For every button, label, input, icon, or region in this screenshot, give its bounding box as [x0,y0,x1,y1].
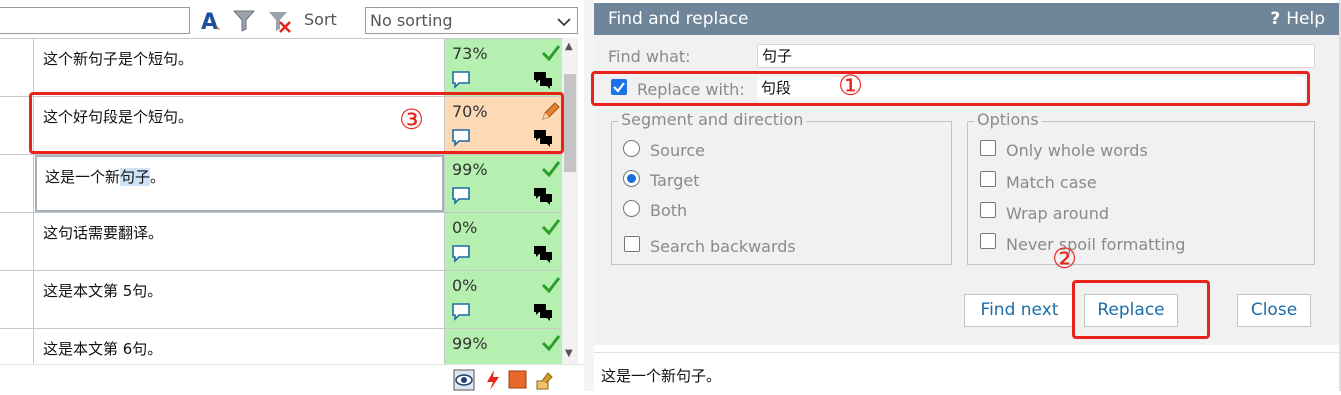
match-percent: 99% [452,160,488,179]
clear-filter-icon[interactable] [265,7,293,35]
dialog-title-bar: Find and replace ? Help [594,3,1340,35]
check-icon [541,43,561,67]
segment-status-cell: 73% [444,39,562,96]
options-title: Options [974,110,1042,129]
lightning-icon[interactable] [483,369,503,395]
annotation-marker-1: ① [838,69,864,102]
segment-target-text[interactable]: 这是一个新句子。 [35,155,444,212]
check-icon [541,333,561,357]
color-square-icon[interactable] [508,369,528,395]
match-case-checkbox[interactable] [980,171,996,187]
row-number-cell [0,39,34,96]
sort-label: Sort [304,10,337,29]
whole-words-label: Only whole words [1006,141,1148,160]
find-next-button[interactable]: Find next [964,294,1075,327]
messages-icon[interactable] [533,186,553,210]
help-label: Help [1286,9,1325,29]
comment-icon[interactable] [451,186,471,210]
wrap-around-label: Wrap around [1006,204,1109,223]
annotation-marker-2: ② [1052,242,1078,275]
search-backwards-label: Search backwards [650,237,796,256]
eye-icon[interactable] [453,369,475,395]
preview-status-bar: 这是一个新句子。 [594,352,1340,391]
messages-icon[interactable] [533,302,553,326]
find-what-input[interactable]: 句子 [757,44,1315,68]
row-number-cell [0,213,34,270]
filter-input[interactable] [0,7,190,34]
match-percent: 0% [452,276,478,295]
match-percent: 99% [452,334,488,353]
segment-row-active[interactable]: 这是一个新句子。 99% [0,155,562,213]
dialog-title: Find and replace [608,9,749,29]
both-radio-label: Both [650,201,688,220]
target-radio[interactable] [623,170,640,187]
row-number-cell [0,271,34,328]
text-after-match: 。 [150,168,166,186]
target-radio-label: Target [650,171,700,190]
annotation-box-3 [29,92,564,154]
source-radio-label: Source [650,141,705,160]
tool-icon[interactable] [534,369,556,395]
wrap-around-checkbox[interactable] [980,202,996,218]
never-spoil-formatting-label: Never spoil formatting [1006,235,1186,254]
close-button[interactable]: Close [1237,294,1311,327]
svg-text:A: A [201,10,218,35]
segment-grid-pane: A Sort No sorting 这个新句子是个短句。 73% 这个好句段是个… [0,0,584,391]
segment-row[interactable]: 这句话需要翻译。 0% [0,213,562,271]
text-before-match: 这是一个新 [45,168,121,186]
scroll-up-icon[interactable]: ▲ [565,41,573,52]
segment-table: 这个新句子是个短句。 73% 这个好句段是个短句。 70% 这是一个新句子。 9… [0,38,578,364]
annotation-marker-3: ③ [399,103,425,136]
grid-vertical-scrollbar[interactable]: ▲ ▼ [562,38,578,364]
match-case-label: Match case [1006,173,1097,192]
segment-target-text[interactable]: 这句话需要翻译。 [35,213,444,270]
scroll-down-icon[interactable]: ▼ [565,348,573,359]
row-number-cell [0,155,34,212]
preview-text: 这是一个新句子。 [601,367,722,385]
grid-toolbar: A Sort No sorting [0,0,584,38]
check-icon [541,159,561,183]
find-what-label: Find what: [608,47,691,66]
both-radio[interactable] [623,200,640,217]
match-percent: 0% [452,218,478,237]
pane-splitter[interactable] [584,0,594,391]
segment-row[interactable]: 这个新句子是个短句。 73% [0,39,562,97]
segment-target-text[interactable]: 这是本文第 6句。 [35,329,444,364]
check-icon [541,217,561,241]
whole-words-checkbox[interactable] [980,140,996,156]
segment-target-text[interactable]: 这是本文第 5句。 [35,271,444,328]
help-link[interactable]: ? Help [1270,9,1325,29]
messages-icon[interactable] [533,70,553,94]
segment-direction-title: Segment and direction [618,110,807,129]
sort-select[interactable]: No sorting [365,7,578,34]
scroll-thumb[interactable] [564,74,576,172]
font-a-icon[interactable]: A [198,7,226,35]
search-backwards-checkbox[interactable] [624,236,640,252]
chevron-down-icon [557,12,571,37]
find-replace-panel: Find and replace ? Help Find what: 句子 Rep… [591,0,1341,391]
match-percent: 73% [452,44,488,63]
check-icon [541,275,561,299]
segment-status-cell: 0% [444,271,562,328]
segment-row[interactable]: 这是本文第 6句。 99% [0,329,562,364]
segment-status-cell: 99% [444,329,562,364]
segment-row[interactable]: 这是本文第 5句。 0% [0,271,562,329]
filter-icon[interactable] [231,7,259,35]
segment-target-text[interactable]: 这个新句子是个短句。 [35,39,444,96]
messages-icon[interactable] [533,244,553,268]
grid-bottom-toolbar [0,364,584,391]
comment-icon[interactable] [451,70,471,94]
annotation-box-1 [591,71,1310,106]
comment-icon[interactable] [451,244,471,268]
highlighted-match: 句子 [120,168,151,186]
segment-status-cell: 99% [444,155,562,212]
sort-selected-value: No sorting [370,11,453,30]
never-spoil-formatting-checkbox[interactable] [980,233,996,249]
comment-icon[interactable] [451,302,471,326]
row-number-cell [0,329,34,364]
source-radio[interactable] [623,140,640,157]
help-icon: ? [1270,9,1281,29]
segment-status-cell: 0% [444,213,562,270]
annotation-box-2 [1072,280,1210,339]
